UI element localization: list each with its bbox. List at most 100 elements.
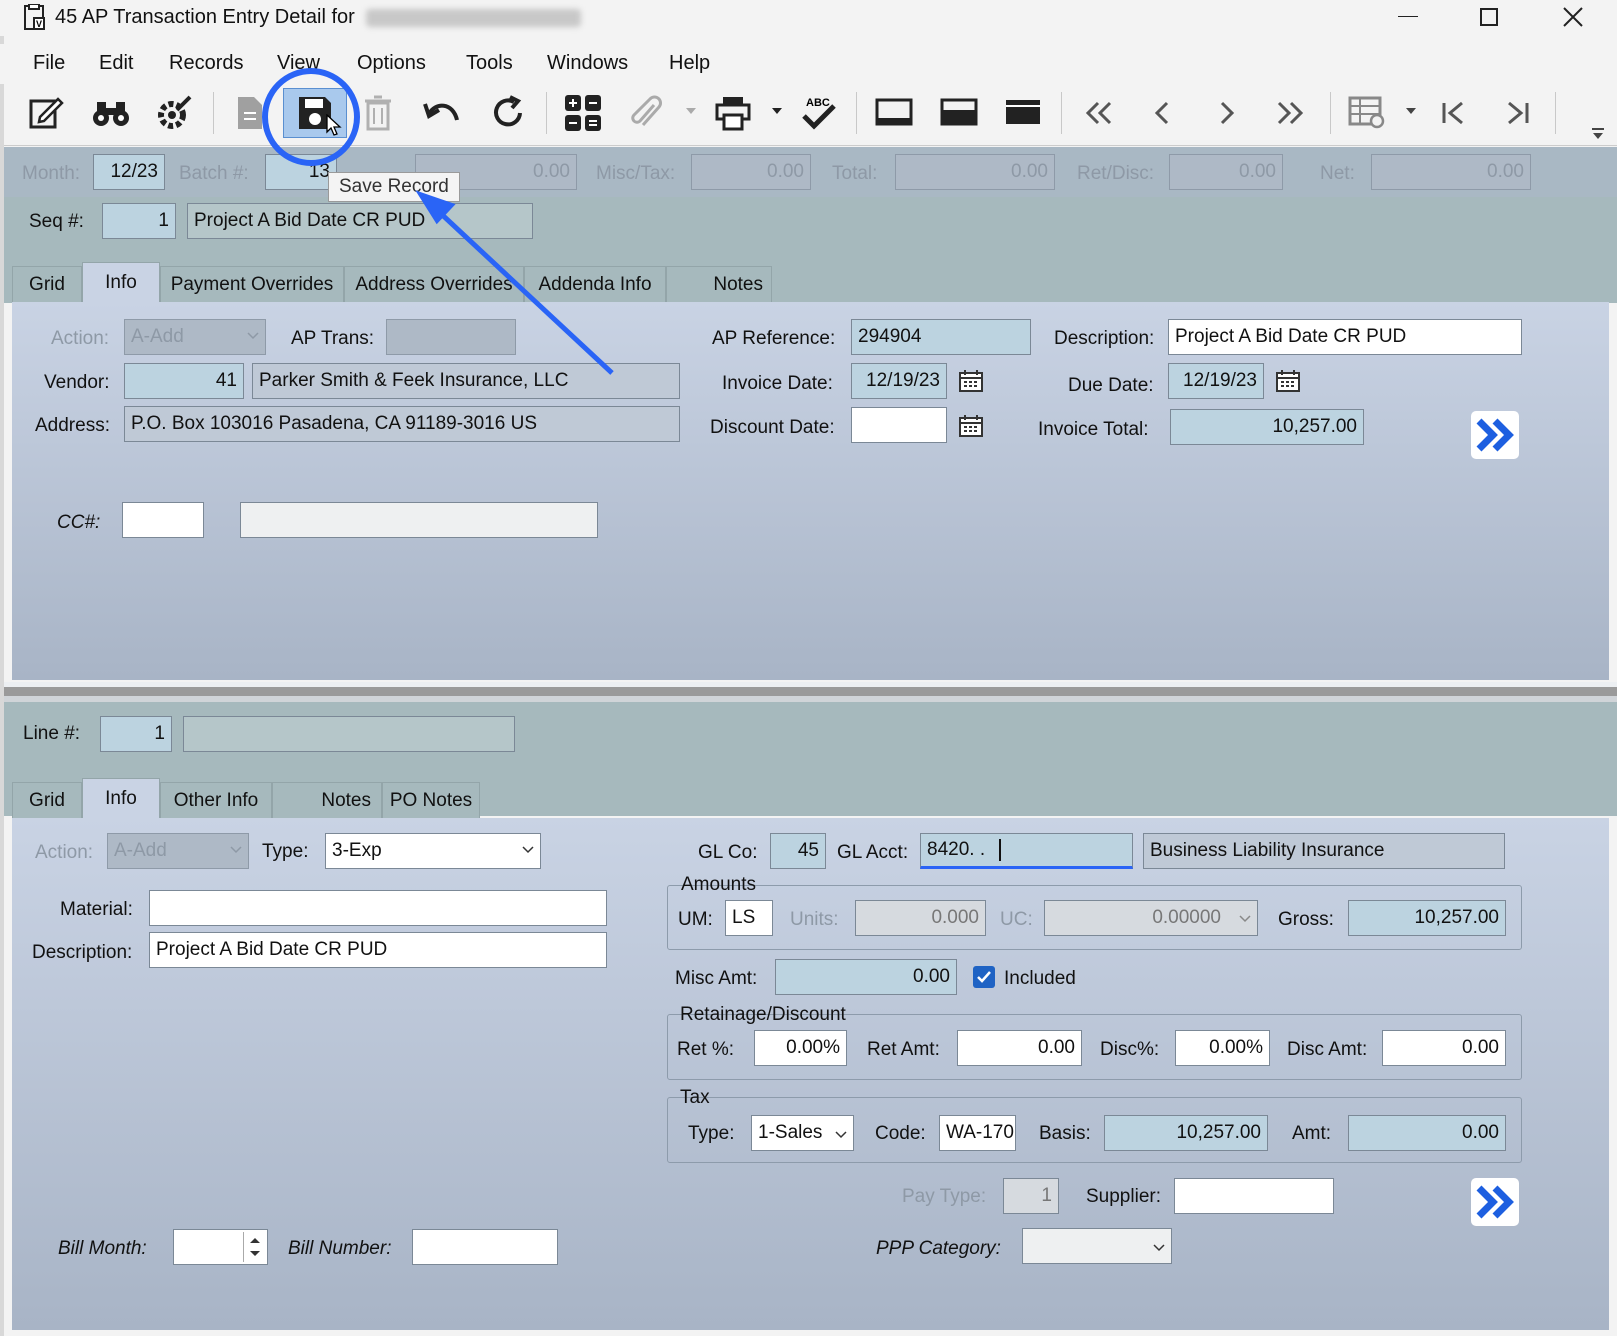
invoice-date-label: Invoice Date: <box>722 373 833 394</box>
last-record-icon[interactable] <box>1268 90 1312 136</box>
tax-type-select[interactable]: 1-Sales <box>751 1115 854 1151</box>
description-field[interactable]: Project A Bid Date CR PUD <box>1168 319 1522 355</box>
previous-record-icon[interactable] <box>1141 90 1185 136</box>
go-first-icon[interactable] <box>1432 90 1476 136</box>
new-document-icon[interactable] <box>228 90 272 136</box>
ap-reference-field[interactable]: 294904 <box>851 319 1031 355</box>
invoice-date-calendar-icon[interactable] <box>954 364 988 398</box>
panel-splitter[interactable] <box>4 682 1617 702</box>
ret-pct-field[interactable]: 0.00% <box>754 1030 847 1066</box>
invoice-total-field[interactable]: 10,257.00 <box>1170 409 1364 445</box>
menu-options[interactable]: Options <box>357 52 426 75</box>
line-tab-notes[interactable]: Notes <box>272 782 382 818</box>
print-dropdown-icon[interactable] <box>772 108 782 114</box>
print-icon[interactable] <box>711 90 755 136</box>
menu-windows[interactable]: Windows <box>547 52 628 75</box>
line-next-arrow-button[interactable] <box>1471 1178 1519 1226</box>
settings-wand-icon[interactable] <box>152 90 196 136</box>
due-date-field[interactable]: 12/19/23 <box>1168 363 1264 399</box>
tab-payment-overrides[interactable]: Payment Overrides <box>160 266 344 302</box>
binoculars-icon[interactable] <box>89 90 133 136</box>
vendor-field[interactable]: 41 <box>124 363 244 399</box>
undo-icon[interactable] <box>420 90 464 136</box>
delete-icon[interactable] <box>356 90 400 136</box>
refresh-icon[interactable] <box>486 90 530 136</box>
edit-record-icon[interactable] <box>24 90 68 136</box>
due-date-calendar-icon[interactable] <box>1271 364 1305 398</box>
tab-info[interactable]: Info <box>82 262 160 302</box>
um-label: UM: <box>678 909 713 930</box>
maximize-icon[interactable] <box>1480 8 1498 26</box>
layout-middle-icon[interactable] <box>937 90 981 136</box>
cc-description-field[interactable] <box>240 502 598 538</box>
menu-tools[interactable]: Tools <box>466 52 513 75</box>
material-field[interactable] <box>149 890 607 926</box>
layout-full-icon[interactable] <box>1001 90 1045 136</box>
bill-month-spinner-icon[interactable] <box>243 1232 265 1262</box>
disc-amt-field[interactable]: 0.00 <box>1382 1030 1506 1066</box>
menu-edit[interactable]: Edit <box>99 52 133 75</box>
misc-amt-field[interactable]: 0.00 <box>775 959 957 995</box>
menu-help[interactable]: Help <box>669 52 710 75</box>
tax-code-field[interactable]: WA-170 <box>939 1115 1016 1151</box>
discount-date-calendar-icon[interactable] <box>954 409 988 443</box>
bill-number-field[interactable] <box>412 1229 558 1265</box>
retainage-discount-title: Retainage/Discount <box>680 1004 846 1025</box>
basis-label: Basis: <box>1039 1123 1091 1144</box>
bill-month-label: Bill Month: <box>58 1238 147 1259</box>
gl-acct-description: Business Liability Insurance <box>1143 833 1505 869</box>
type-select[interactable]: 3-Exp <box>325 833 541 869</box>
next-record-icon[interactable] <box>1204 90 1248 136</box>
toolbar-separator <box>1555 92 1556 134</box>
toolbar-overflow-icon[interactable] <box>1592 128 1604 140</box>
grid-settings-icon[interactable] <box>1345 90 1389 136</box>
line-tab-other-info[interactable]: Other Info <box>160 782 272 818</box>
tab-addenda-info[interactable]: Addenda Info <box>524 266 666 302</box>
minimize-icon[interactable] <box>1398 16 1418 17</box>
discount-date-field[interactable] <box>851 407 947 443</box>
menu-records[interactable]: Records <box>169 52 243 75</box>
tab-notes[interactable]: Notes <box>666 266 772 302</box>
line-tab-info[interactable]: Info <box>82 778 160 818</box>
line-field[interactable]: 1 <box>100 716 172 752</box>
menu-file[interactable]: File <box>33 52 65 75</box>
ret-amt-field[interactable]: 0.00 <box>957 1030 1082 1066</box>
basis-field[interactable]: 10,257.00 <box>1104 1115 1268 1151</box>
calculator-icon[interactable] <box>561 90 605 136</box>
seq-field[interactable]: 1 <box>102 203 176 239</box>
close-icon[interactable] <box>1560 2 1586 36</box>
header-next-arrow-button[interactable] <box>1471 411 1519 459</box>
um-field[interactable]: LS <box>725 900 773 936</box>
invoice-date-field[interactable]: 12/19/23 <box>851 363 947 399</box>
toolbar-separator <box>1330 92 1331 134</box>
gross-field[interactable]: 10,257.00 <box>1348 900 1506 936</box>
seq-description: Project A Bid Date CR PUD <box>187 203 533 239</box>
gl-co-field[interactable]: 45 <box>770 833 826 869</box>
layout-bottom-icon[interactable] <box>872 90 916 136</box>
tax-amt-field[interactable]: 0.00 <box>1348 1115 1506 1151</box>
tab-address-overrides[interactable]: Address Overrides <box>344 266 524 302</box>
spellcheck-icon[interactable]: ABC <box>797 90 841 136</box>
cc-field[interactable] <box>122 502 204 538</box>
line-description-field[interactable]: Project A Bid Date CR PUD <box>149 932 607 968</box>
action-label: Action: <box>51 328 110 349</box>
net-field: 0.00 <box>1371 154 1531 190</box>
ppp-category-select[interactable] <box>1022 1228 1172 1264</box>
included-checkbox[interactable] <box>973 966 995 988</box>
supplier-field[interactable] <box>1174 1178 1334 1214</box>
gl-acct-field[interactable]: 8420. . <box>920 833 1133 869</box>
batch-field[interactable]: 13 <box>265 154 337 190</box>
tab-grid[interactable]: Grid <box>12 266 82 302</box>
grid-settings-dropdown-icon[interactable] <box>1406 108 1416 114</box>
title-bar: V 45 AP Transaction Entry Detail for <box>0 0 1617 36</box>
line-tab-po-notes[interactable]: PO Notes <box>382 782 480 818</box>
gross-label: Gross: <box>1278 909 1334 930</box>
line-tab-grid[interactable]: Grid <box>12 782 82 818</box>
month-field[interactable]: 12/23 <box>93 154 165 190</box>
first-record-icon[interactable] <box>1077 90 1121 136</box>
menu-view[interactable]: View <box>277 52 320 75</box>
attachment-dropdown-icon[interactable] <box>686 108 696 114</box>
attachment-icon[interactable] <box>624 90 668 136</box>
go-last-icon[interactable] <box>1495 90 1539 136</box>
disc-pct-field[interactable]: 0.00% <box>1175 1030 1270 1066</box>
